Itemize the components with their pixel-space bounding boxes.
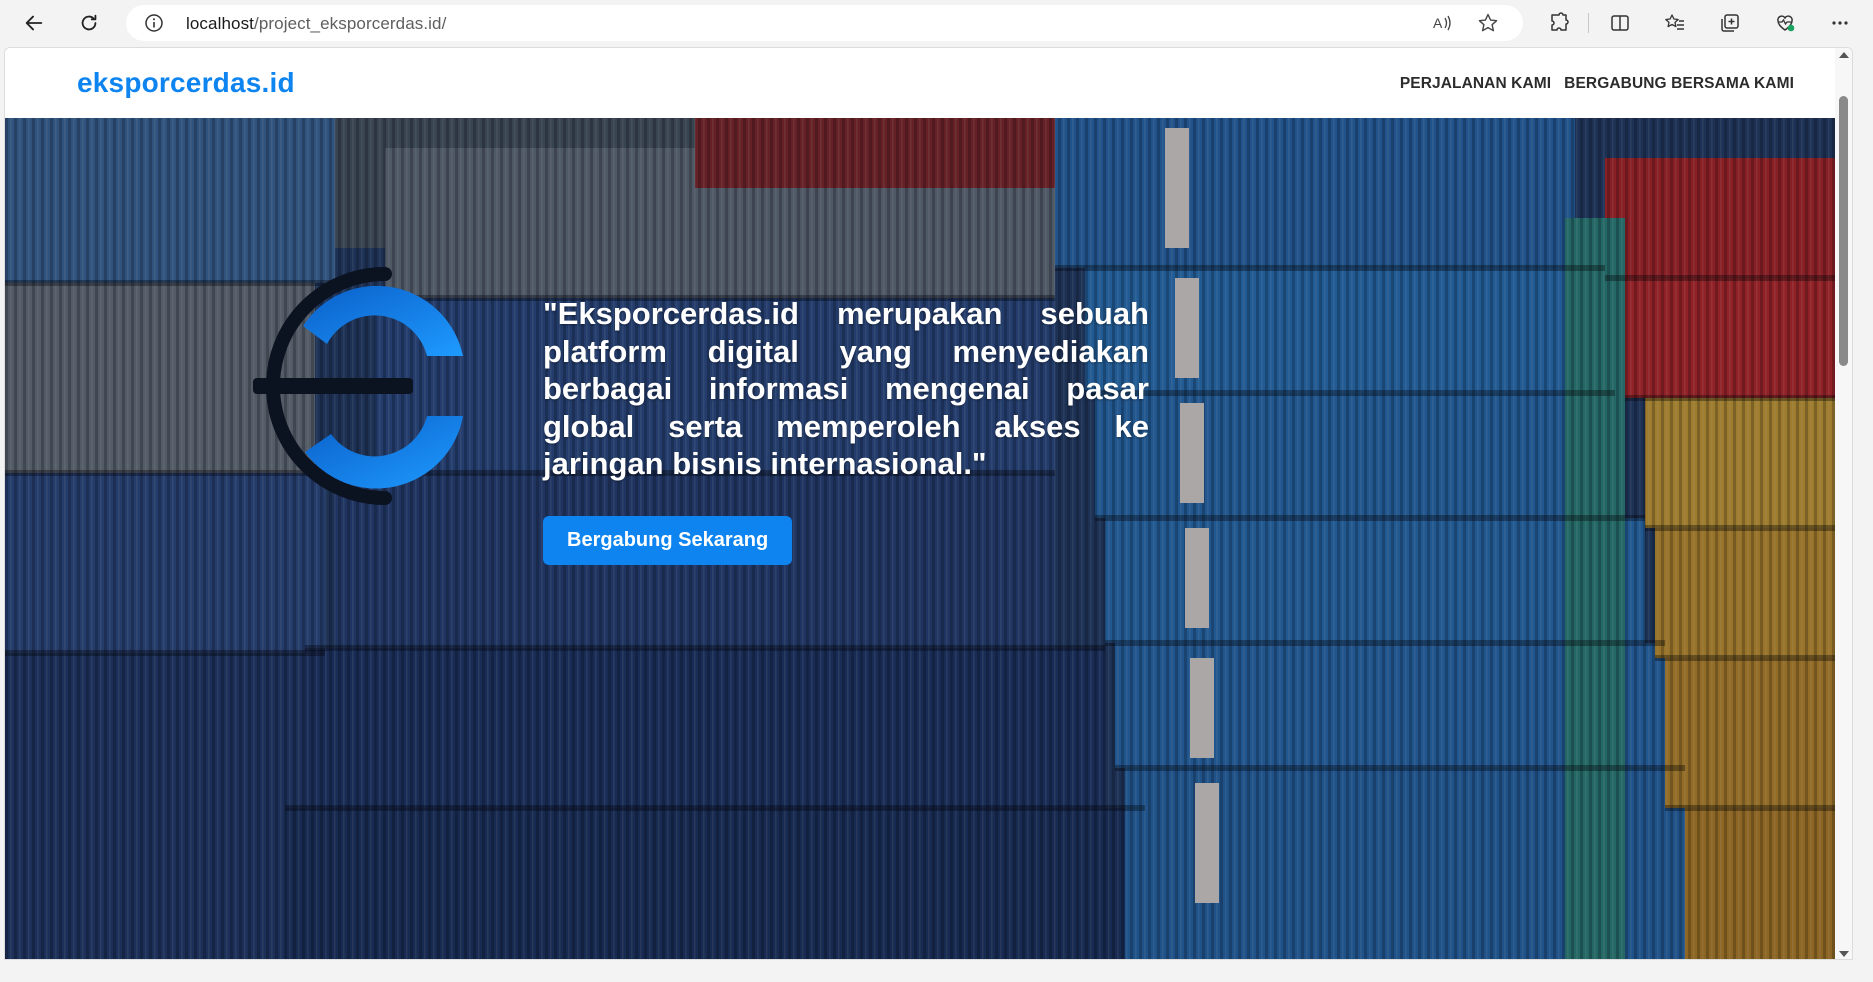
window-bottom-edge [0, 960, 1873, 982]
join-now-button[interactable]: Bergabung Sekarang [543, 516, 793, 565]
reload-button[interactable] [71, 5, 107, 41]
star-icon[interactable] [1477, 12, 1499, 34]
more-menu-button[interactable] [1825, 8, 1855, 38]
address-bar[interactable]: localhost/project_eksporcerdas.id/ A [126, 5, 1523, 41]
url-host: localhost [186, 14, 254, 33]
nav-bergabung-bersama-kami[interactable]: BERGABUNG BERSAMA KAMI [1564, 75, 1794, 93]
hero-quote: "Eksporcerdas.id merupakan sebuah platfo… [543, 296, 1149, 481]
hero-section: "Eksporcerdas.id merupakan sebuah platfo… [5, 118, 1852, 959]
more-dots-icon [1832, 21, 1848, 25]
collections-icon [1721, 14, 1739, 32]
browser-toolbar: localhost/project_eksporcerdas.id/ A [0, 0, 1873, 46]
eksporcerdas-logo-icon [253, 267, 463, 505]
read-aloud-icon[interactable]: A [1431, 12, 1453, 34]
nav-perjalanan-kami[interactable]: PERJALANAN KAMI [1400, 75, 1551, 93]
favorites-list-icon [1665, 14, 1684, 30]
browser-essentials-button[interactable] [1770, 8, 1800, 38]
url-path: /project_eksporcerdas.id/ [254, 14, 447, 33]
favorites-button[interactable] [1660, 8, 1690, 38]
puzzle-icon [1551, 12, 1569, 31]
scroll-up-arrow-icon[interactable] [1839, 52, 1849, 58]
split-screen-icon [1611, 15, 1629, 31]
toolbar-separator [1588, 13, 1589, 33]
extensions-button[interactable] [1544, 8, 1574, 38]
page-viewport: eksporcerdas.id PERJALANAN KAMI BERGABUN… [4, 47, 1853, 960]
info-icon[interactable] [144, 13, 164, 33]
heart-pulse-icon [1777, 15, 1795, 32]
arrow-left-icon [25, 15, 43, 31]
back-button[interactable] [16, 5, 52, 41]
page-scrollbar[interactable] [1835, 48, 1852, 959]
scroll-down-arrow-icon[interactable] [1839, 951, 1849, 957]
svg-text:A: A [1433, 15, 1443, 31]
site-header: eksporcerdas.id PERJALANAN KAMI BERGABUN… [5, 48, 1852, 118]
brand-logo-link[interactable]: eksporcerdas.id [77, 67, 295, 99]
reload-icon [81, 14, 97, 31]
main-nav: PERJALANAN KAMI BERGABUNG BERSAMA KAMI [1400, 75, 1794, 93]
scroll-thumb[interactable] [1839, 96, 1848, 366]
hero-overlay [5, 118, 1852, 959]
split-screen-button[interactable] [1605, 8, 1635, 38]
url-text[interactable]: localhost/project_eksporcerdas.id/ [186, 14, 446, 34]
collections-button[interactable] [1715, 8, 1745, 38]
